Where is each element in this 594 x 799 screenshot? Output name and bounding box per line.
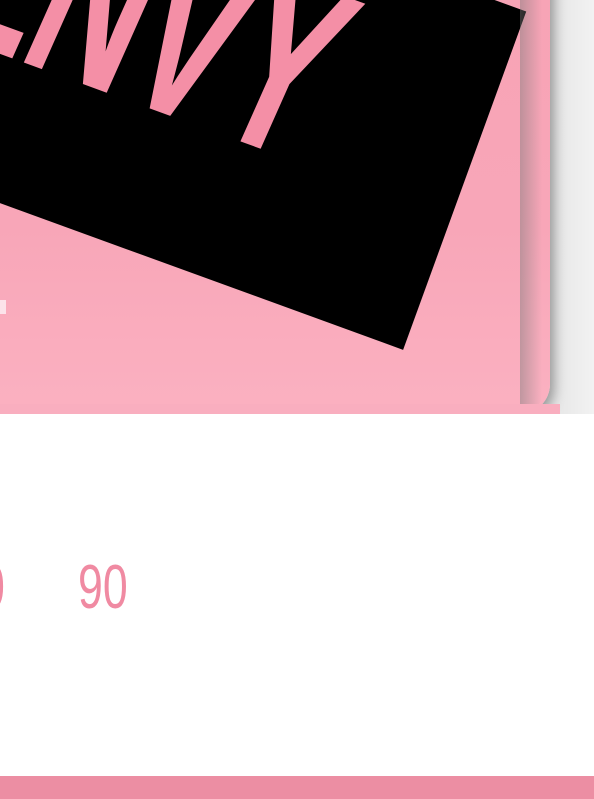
size-option[interactable]: 0 [0,548,14,628]
bottom-accent-bar [0,776,594,799]
size-option[interactable]: 90 [78,548,147,628]
poster: ENVY [0,0,550,414]
size-options: 0 90 [0,548,594,628]
product-image[interactable]: ENVY [0,0,594,414]
highlight-mark [0,300,6,314]
product-page: ENVY 0 90 [0,0,594,799]
poster-shadow [520,0,542,414]
poster-bottom-edge [0,404,560,414]
